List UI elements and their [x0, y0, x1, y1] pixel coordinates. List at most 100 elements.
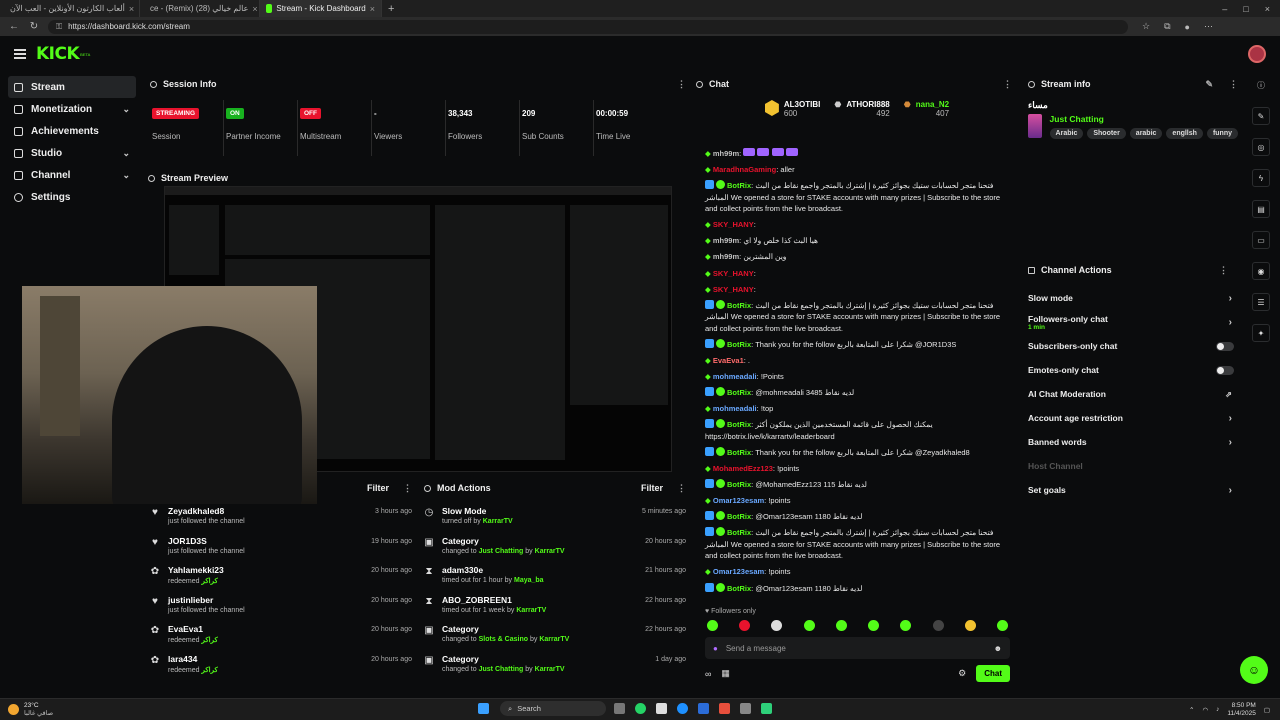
emote-icon[interactable]	[932, 620, 944, 631]
mic-icon[interactable]: ●	[713, 644, 718, 653]
more-options-icon[interactable]: ⋮	[1229, 79, 1238, 90]
emote-icon[interactable]	[771, 620, 783, 631]
points-icon[interactable]: ∞	[705, 669, 711, 679]
emote-icon[interactable]	[868, 620, 880, 631]
window-close-icon[interactable]: ×	[1265, 4, 1270, 14]
chevron-up-icon[interactable]: ⌃	[1189, 706, 1194, 714]
emote-icon[interactable]	[803, 620, 815, 631]
new-tab-button[interactable]: +	[382, 0, 400, 17]
sidebar-item-stream[interactable]: Stream	[8, 76, 136, 98]
gear-icon[interactable]: ⚙	[958, 668, 966, 679]
filter-button[interactable]: Filter	[641, 483, 663, 493]
browser-tab-1[interactable]: ألعاب الكارتون الأونلاين - العب الآن ×	[0, 0, 140, 17]
edit-icon[interactable]: ✎	[1252, 107, 1270, 125]
volume-icon[interactable]: ♪	[1216, 706, 1219, 713]
app-icon[interactable]	[761, 703, 772, 714]
badge-icon: ◆	[705, 268, 711, 278]
browser-tab-3[interactable]: Stream - Kick Dashboard ×	[260, 0, 382, 17]
emote-icon[interactable]	[835, 620, 847, 631]
tag[interactable]: funny	[1206, 128, 1238, 139]
more-options-icon[interactable]: ⋮	[677, 483, 686, 494]
sidebar-item-monetization[interactable]: Monetization ⌄	[8, 98, 136, 120]
weather-widget[interactable]: 23°C صافي غالبا	[0, 702, 53, 718]
close-icon[interactable]: ×	[370, 4, 375, 14]
user-avatar[interactable]	[1248, 45, 1266, 63]
close-icon[interactable]: ×	[129, 4, 134, 14]
gift-icon[interactable]: ▦	[721, 668, 730, 679]
edge-icon[interactable]	[677, 703, 688, 714]
info-icon[interactable]: ⓘ	[1252, 76, 1270, 94]
action-followers-only-chat[interactable]: Followers-only chat 1 min ›	[1028, 310, 1238, 334]
server-icon[interactable]: ☰	[1252, 293, 1270, 311]
sidebar-item-studio[interactable]: Studio ⌄	[8, 142, 136, 164]
emoji-icon[interactable]: ☻	[994, 644, 1002, 653]
more-options-icon[interactable]: ⋮	[403, 483, 412, 494]
more-options-icon[interactable]: ⋮	[677, 79, 686, 90]
edit-icon[interactable]: ✎	[1205, 79, 1213, 90]
emote-icon[interactable]	[964, 620, 976, 631]
tag[interactable]: engllsh	[1166, 128, 1203, 139]
tag[interactable]: Arabic	[1049, 128, 1084, 139]
chat-message: ◆ EvaEva1: .	[705, 355, 751, 365]
scan-icon[interactable]: ◎	[1252, 138, 1270, 156]
hamburger-menu-icon[interactable]	[14, 49, 26, 59]
notification-icon[interactable]: ▢	[1264, 706, 1270, 714]
sidebar-item-settings[interactable]: Settings	[8, 186, 136, 208]
help-chat-button[interactable]: ☺	[1240, 656, 1268, 684]
start-icon[interactable]	[478, 703, 489, 714]
clipboard-icon[interactable]: ▤	[1252, 200, 1270, 218]
app-icon[interactable]	[719, 703, 730, 714]
badge-icon: ◆	[705, 220, 711, 230]
kick-logo[interactable]: KICK	[36, 44, 80, 64]
settings-icon[interactable]	[740, 703, 751, 714]
chat-icon[interactable]: ▭	[1252, 231, 1270, 249]
filter-button[interactable]: Filter	[367, 483, 389, 493]
profile-icon[interactable]: ●	[1185, 22, 1190, 32]
external-link-icon: ⇗	[1225, 389, 1232, 399]
emotes-only-toggle[interactable]	[1216, 365, 1234, 375]
chat-input[interactable]: ● Send a message ☻	[705, 637, 1010, 659]
tiktok-icon[interactable]	[656, 703, 667, 714]
action-ai-chat-moderation[interactable]: AI Chat Moderation ⇗	[1028, 382, 1238, 406]
leaderboard-entry[interactable]: AL3OTIBI 600	[764, 100, 820, 128]
more-options-icon[interactable]: ⋮	[1219, 265, 1228, 276]
action-set-goals[interactable]: Set goals ›	[1028, 478, 1238, 502]
maximize-icon[interactable]: □	[1243, 4, 1248, 14]
wrench-icon[interactable]: ✦	[1252, 324, 1270, 342]
browser-tab-2[interactable]: ce - (Remix) عالم خيالي (28) ×	[140, 0, 260, 17]
extensions-icon[interactable]: ⧉	[1164, 21, 1170, 32]
back-icon[interactable]: ←	[8, 21, 20, 32]
minimize-icon[interactable]: –	[1222, 4, 1227, 14]
favorite-icon[interactable]: ☆	[1142, 21, 1150, 32]
taskbar-search[interactable]: ⌕ Search	[500, 701, 606, 716]
leaderboard-entry[interactable]: ⬣ ATHORI888 492	[834, 100, 889, 128]
sidebar-item-channel[interactable]: Channel ⌄	[8, 164, 136, 186]
category-name[interactable]: Just Chatting	[1050, 114, 1238, 124]
reload-icon[interactable]: ↻	[28, 21, 40, 32]
session-info-panel: Session Info ⋮ STREAMING Session ON Partner…	[150, 76, 686, 156]
chat-message: ◆ SKY_HANY:	[705, 268, 756, 278]
lightning-icon[interactable]: ϟ	[1252, 169, 1270, 187]
more-options-icon[interactable]: ⋮	[1003, 79, 1012, 90]
emote-icon[interactable]	[996, 620, 1008, 631]
broadcast-icon[interactable]: ◉	[1252, 262, 1270, 280]
send-chat-button[interactable]: Chat	[976, 665, 1010, 682]
leaderboard-entry[interactable]: ⬣ nana_N2 407	[904, 100, 949, 128]
emote-icon[interactable]	[739, 620, 751, 631]
subscribers-only-toggle[interactable]	[1216, 341, 1234, 351]
emote-icon[interactable]	[707, 620, 718, 631]
whatsapp-icon[interactable]	[635, 703, 646, 714]
tag[interactable]: Shooter	[1087, 128, 1126, 139]
action-account-age-restriction[interactable]: Account age restriction ›	[1028, 406, 1238, 430]
url-field[interactable]: ⚿ https://dashboard.kick.com/stream	[48, 19, 1128, 34]
task-view-icon[interactable]	[614, 703, 625, 714]
tag[interactable]: arabic	[1129, 128, 1163, 139]
sidebar-item-achievements[interactable]: Achievements	[8, 120, 136, 142]
wifi-icon[interactable]: ◠	[1202, 706, 1208, 714]
menu-icon[interactable]: ⋯	[1204, 21, 1213, 32]
action-banned-words[interactable]: Banned words ›	[1028, 430, 1238, 454]
action-slow-mode[interactable]: Slow mode ›	[1028, 286, 1238, 310]
close-icon[interactable]: ×	[252, 4, 257, 14]
discord-icon[interactable]	[698, 703, 709, 714]
emote-icon[interactable]	[900, 620, 912, 631]
